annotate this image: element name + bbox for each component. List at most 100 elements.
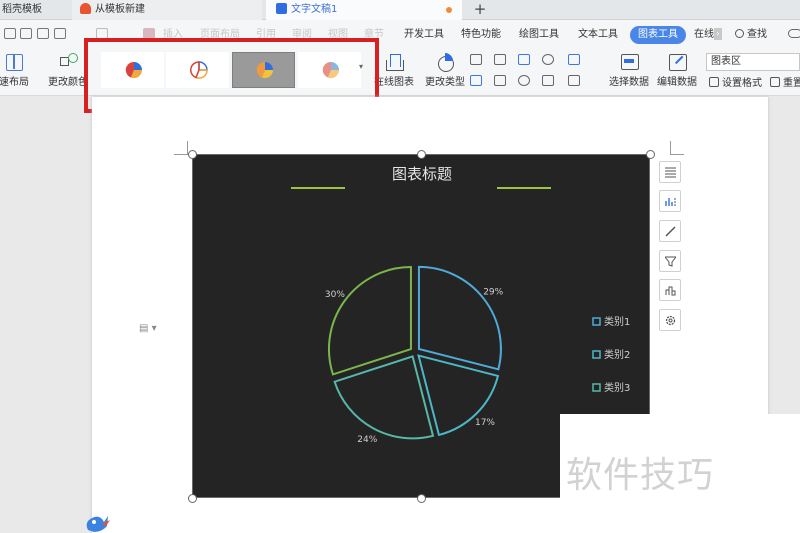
chart-style-3[interactable] [232, 52, 295, 88]
redo-icon[interactable] [96, 28, 108, 39]
style-preview-icon [190, 61, 208, 79]
margin-corner-mark [670, 141, 684, 155]
legend-label[interactable]: 类别2 [604, 348, 630, 361]
cloud-icon[interactable] [788, 29, 800, 38]
menu-review[interactable]: 审阅 [292, 26, 312, 44]
select-data-icon [618, 51, 640, 73]
chart-brush-button[interactable] [659, 220, 681, 242]
legend-label[interactable]: 类别1 [604, 315, 630, 328]
area-chart-icon[interactable] [568, 54, 580, 65]
combo-chart-icon[interactable] [494, 75, 506, 86]
menu-bar: 插入 页面布局 引用 审阅 视图 章节 开发工具 特色功能 绘图工具 文本工具 … [0, 20, 800, 48]
quick-layout-button[interactable]: 速布局 [0, 48, 34, 96]
print-preview-icon[interactable] [54, 28, 66, 39]
chart-style-icon [665, 198, 676, 206]
search-label: 查找 [747, 29, 767, 40]
menu-references[interactable]: 引用 [256, 26, 276, 44]
bar-chart-icon[interactable] [494, 54, 506, 65]
tab-bar: 稻壳模板 从模板新建 文字文稿1 + [0, 0, 800, 20]
style-preview-icon [322, 61, 340, 79]
menu-drawing-tools[interactable]: 绘图工具 [519, 26, 559, 44]
resize-handle[interactable] [646, 150, 655, 159]
menu-view[interactable]: 视图 [328, 26, 348, 44]
menu-page-layout[interactable]: 页面布局 [200, 26, 240, 44]
reset-icon [770, 77, 780, 87]
chart-style-button[interactable] [659, 190, 681, 212]
change-color-button[interactable]: 更改颜色 [44, 48, 92, 96]
edit-data-button[interactable]: 编辑数据 [654, 48, 700, 96]
menu-developer-tools[interactable]: 开发工具 [404, 26, 444, 44]
change-type-button[interactable]: 更改类型 [422, 48, 468, 96]
chart-elements-icon [665, 167, 676, 178]
filter-icon [665, 256, 676, 267]
resize-handle[interactable] [188, 494, 197, 503]
online-chart-button[interactable]: 在线图表 [370, 48, 418, 96]
format-icon [709, 77, 719, 87]
resize-handle[interactable] [417, 150, 426, 159]
menu-insert[interactable]: 插入 [163, 26, 183, 44]
format-label: 设置格式 [722, 78, 762, 89]
unsaved-dot-icon [446, 7, 452, 13]
scatter-chart-icon[interactable] [542, 75, 554, 86]
menu-more-arrow-icon[interactable]: › [714, 28, 722, 40]
pie-chart-icon[interactable] [518, 75, 530, 86]
change-type-label: 更改类型 [425, 77, 465, 88]
search-button[interactable]: 查找 [735, 26, 767, 44]
radar-chart-icon[interactable] [542, 54, 554, 65]
reset-label: 重置 [783, 78, 800, 89]
line-chart-icon[interactable] [518, 54, 530, 65]
chart-title: 图表标题 [392, 165, 452, 183]
chart-style-4[interactable] [298, 52, 361, 88]
menu-special-features[interactable]: 特色功能 [461, 26, 501, 44]
chart-style-2[interactable] [166, 52, 229, 88]
chart-filter-button[interactable] [659, 250, 681, 272]
online-chart-side-button[interactable] [659, 279, 681, 301]
save-icon[interactable] [20, 28, 32, 39]
margin-corner-mark [174, 141, 188, 155]
stock-chart-icon[interactable] [470, 75, 482, 86]
legend-label[interactable]: 类别3 [604, 381, 630, 394]
pie-slice[interactable] [328, 266, 412, 376]
online-chart-label: 在线图表 [374, 77, 414, 88]
bubble-chart-icon[interactable] [568, 75, 580, 86]
pie-slice[interactable] [417, 265, 502, 371]
data-label: 17% [475, 418, 495, 428]
tab-new-from-template[interactable]: 从模板新建 [72, 0, 262, 20]
format-painter-icon[interactable] [143, 28, 155, 39]
tab-document1[interactable]: 文字文稿1 [266, 0, 462, 20]
tab-label: 文字文稿1 [291, 4, 338, 15]
select-data-label: 选择数据 [609, 77, 649, 88]
gallery-expand-icon[interactable]: ▾ [359, 62, 363, 71]
online-chart-icon [665, 286, 676, 296]
menu-chapter[interactable]: 章节 [364, 26, 384, 44]
print-icon[interactable] [37, 28, 49, 39]
chart-style-1[interactable] [101, 52, 164, 88]
tab-label: 稻壳模板 [2, 4, 42, 15]
reset-style-button[interactable]: 重置 [770, 77, 800, 91]
tab-daoke-template[interactable]: 稻壳模板 [0, 0, 70, 20]
menu-chart-tools[interactable]: 图表工具 [630, 26, 686, 44]
chart-style-gallery: ▾ [98, 47, 368, 92]
chart-settings-button[interactable] [659, 309, 681, 331]
select-data-button[interactable]: 选择数据 [606, 48, 652, 96]
search-icon [735, 29, 744, 38]
open-file-icon[interactable] [4, 28, 16, 39]
new-tab-button[interactable]: + [470, 0, 490, 20]
brush-icon [665, 226, 676, 237]
menu-online[interactable]: 在线 [694, 26, 714, 44]
style-preview-icon [256, 61, 274, 79]
resize-handle[interactable] [188, 150, 197, 159]
gear-icon [665, 315, 676, 326]
chart-elements-button[interactable] [659, 161, 681, 183]
style-preview-icon [125, 61, 143, 79]
menu-text-tools[interactable]: 文本工具 [578, 26, 618, 44]
document-icon [276, 3, 287, 14]
resize-handle[interactable] [417, 494, 426, 503]
data-label: 30% [325, 290, 345, 300]
paragraph-icon[interactable]: ▤ ▾ [139, 323, 157, 334]
chart-type-icon [434, 51, 456, 73]
column-chart-icon[interactable] [470, 54, 482, 65]
legend-swatch [592, 383, 601, 392]
chart-element-select[interactable]: 图表区 [706, 53, 800, 71]
format-selection-button[interactable]: 设置格式 [709, 77, 762, 91]
